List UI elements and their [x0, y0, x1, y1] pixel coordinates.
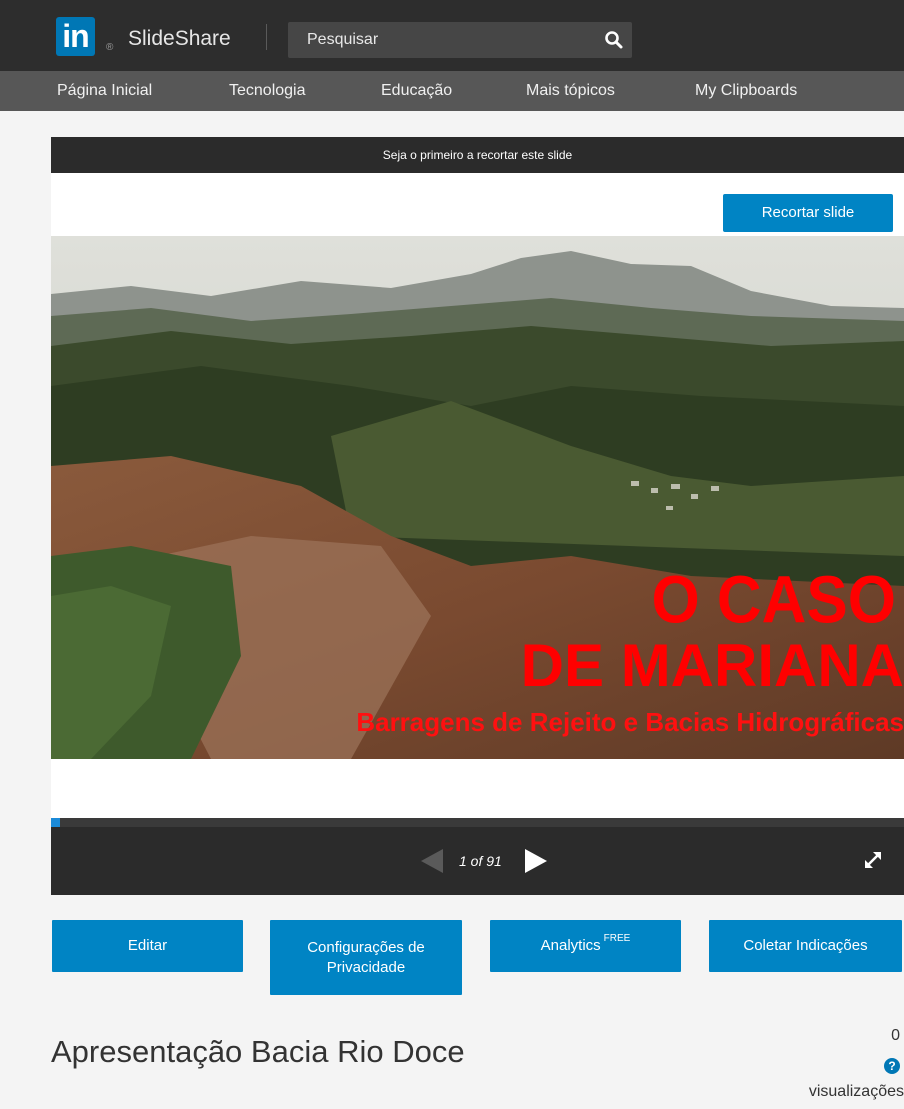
slide-title-line2: DE MARIANA: [521, 632, 904, 699]
views-label: visualizações: [808, 1083, 904, 1100]
player-controls: 1 of 91: [51, 827, 904, 895]
slide-subtitle: Barragens de Rejeito e Bacias Hidrográfi…: [356, 707, 904, 737]
slide-progress-fill: [51, 818, 60, 827]
nav-item-education[interactable]: Educação: [381, 71, 452, 111]
slide-image: O CASO DE MARIANA Barragens de Rejeito e…: [51, 236, 904, 759]
header-divider: [266, 24, 267, 50]
clip-prompt-bar: Seja o primeiro a recortar este slide: [51, 137, 904, 173]
search-input[interactable]: Pesquisar: [307, 22, 378, 58]
registered-mark: ®: [106, 42, 114, 53]
linkedin-logo[interactable]: in: [56, 17, 95, 56]
privacy-settings-button[interactable]: Configurações de Privacidade: [270, 920, 462, 995]
analytics-free-badge: FREE: [603, 933, 631, 944]
slide-progress-bar[interactable]: [51, 818, 904, 827]
clip-prompt-text: Seja o primeiro a recortar este slide: [382, 148, 573, 162]
help-icon[interactable]: ?: [884, 1058, 900, 1074]
brand-name[interactable]: SlideShare: [128, 26, 231, 52]
slide-title-line1: O CASO: [651, 562, 896, 637]
previous-slide-icon[interactable]: [421, 849, 445, 873]
views-count: 0: [891, 1027, 900, 1044]
edit-button-label: Editar: [127, 937, 168, 954]
nav-item-home[interactable]: Página Inicial: [57, 71, 152, 111]
nav-item-more-topics[interactable]: Mais tópicos: [526, 71, 615, 111]
presentation-title: Apresentação Bacia Rio Doce: [51, 1034, 465, 1069]
nav-item-my-clipboards[interactable]: My Clipboards: [695, 71, 797, 111]
slide-counter: 1 of 91: [459, 853, 502, 869]
collect-leads-button[interactable]: Coletar Indicações: [709, 920, 902, 972]
slide-photo: O CASO DE MARIANA Barragens de Rejeito e…: [51, 236, 904, 759]
next-slide-icon[interactable]: [523, 849, 547, 873]
clip-slide-button[interactable]: Recortar slide: [723, 194, 893, 232]
edit-button[interactable]: Editar: [52, 920, 243, 972]
search-box[interactable]: Pesquisar: [288, 22, 632, 58]
search-icon[interactable]: [604, 30, 624, 50]
nav-item-technology[interactable]: Tecnologia: [229, 71, 306, 111]
privacy-settings-label: Configurações de Privacidade: [307, 938, 425, 976]
analytics-button[interactable]: Analytics FREE: [490, 920, 681, 972]
fullscreen-icon[interactable]: [862, 849, 884, 871]
collect-leads-label: Coletar Indicações: [743, 937, 868, 954]
top-bar: in ® SlideShare Pesquisar: [0, 0, 904, 71]
slide-viewport: Recortar slide O CASO DE MARIANA Barrage…: [51, 173, 904, 818]
analytics-label: Analytics: [540, 937, 601, 954]
category-nav: Página Inicial Tecnologia Educação Mais …: [0, 71, 904, 111]
